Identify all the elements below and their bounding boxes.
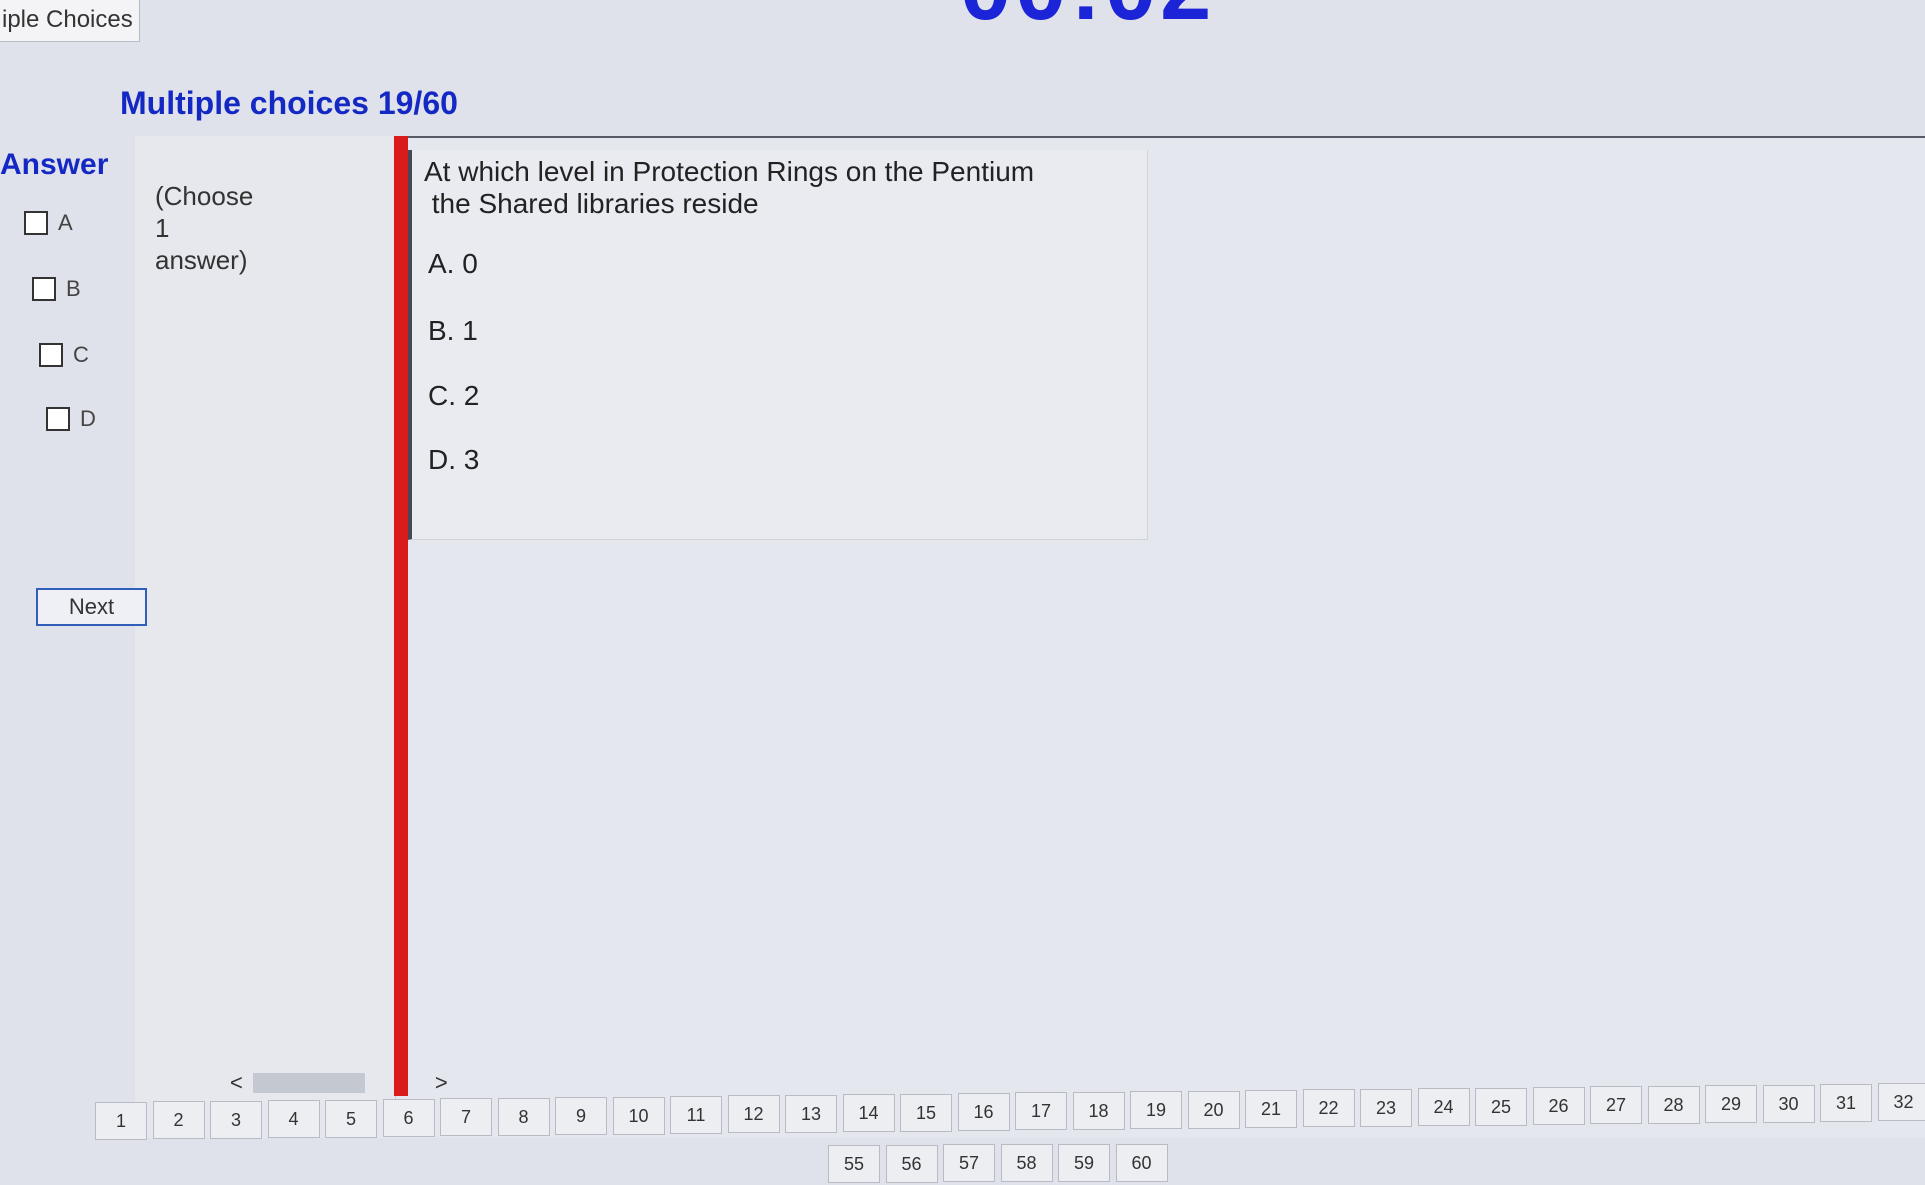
- question-nav-button-60[interactable]: 60: [1115, 1143, 1168, 1182]
- question-nav-button-21[interactable]: 21: [1245, 1090, 1297, 1128]
- checkbox-icon[interactable]: [24, 211, 48, 235]
- question-line: the Shared libraries reside: [424, 188, 759, 219]
- scroll-thumb[interactable]: [252, 1073, 365, 1093]
- answer-option-label: B: [66, 276, 81, 301]
- question-nav-button-19[interactable]: 19: [1130, 1091, 1182, 1130]
- question-nav-button-58[interactable]: 58: [1000, 1144, 1053, 1183]
- instruction-line: 1: [155, 213, 170, 243]
- scroll-right-icon[interactable]: >: [435, 1070, 448, 1096]
- answer-heading: Answer: [0, 148, 109, 181]
- question-nav-button-57[interactable]: 57: [943, 1144, 995, 1183]
- window-tab[interactable]: iple Choices: [0, 0, 140, 42]
- question-nav-button-9[interactable]: 9: [555, 1097, 607, 1136]
- answer-checkbox-d[interactable]: D: [46, 406, 96, 432]
- question-nav-button-17[interactable]: 17: [1015, 1092, 1067, 1131]
- checkbox-icon[interactable]: [46, 407, 70, 431]
- question-line: At which level in Protection Rings on th…: [424, 156, 1035, 187]
- checkbox-icon[interactable]: [32, 277, 56, 301]
- question-option-b: B. 1: [428, 315, 478, 346]
- instruction-panel: [135, 136, 396, 1102]
- question-nav-button-5[interactable]: 5: [325, 1099, 377, 1138]
- question-nav-button-27[interactable]: 27: [1590, 1086, 1642, 1125]
- question-nav-button-2[interactable]: 2: [152, 1101, 205, 1140]
- question-nav-button-11[interactable]: 11: [670, 1096, 722, 1134]
- question-nav-button-12[interactable]: 12: [727, 1095, 780, 1134]
- answer-checkbox-b[interactable]: B: [32, 276, 81, 302]
- question-nav-button-30[interactable]: 30: [1762, 1084, 1815, 1123]
- question-nav-button-6[interactable]: 6: [382, 1099, 435, 1137]
- answer-option-label: A: [58, 210, 73, 235]
- question-nav-button-22[interactable]: 22: [1302, 1089, 1355, 1128]
- question-nav-button-1[interactable]: 1: [95, 1102, 147, 1140]
- page-title: Multiple choices 19/60: [120, 85, 458, 121]
- question-nav-button-16[interactable]: 16: [957, 1093, 1010, 1131]
- question-nav-button-29[interactable]: 29: [1705, 1085, 1757, 1124]
- instruction-line: answer): [155, 245, 248, 275]
- answer-checkbox-a[interactable]: A: [24, 210, 73, 236]
- timer-display: 00:02: [960, 0, 1215, 34]
- scroll-track[interactable]: [375, 1073, 425, 1093]
- question-nav-button-23[interactable]: 23: [1360, 1088, 1412, 1127]
- answer-option-label: D: [80, 406, 96, 431]
- question-nav-button-59[interactable]: 59: [1058, 1143, 1110, 1182]
- question-nav-button-24[interactable]: 24: [1417, 1088, 1470, 1127]
- horizontal-scrollbar[interactable]: < >: [230, 1070, 450, 1096]
- scroll-left-icon[interactable]: <: [230, 1070, 243, 1096]
- question-nav-button-13[interactable]: 13: [785, 1094, 837, 1133]
- checkbox-icon[interactable]: [39, 343, 63, 367]
- question-box: At which level in Protection Rings on th…: [408, 150, 1148, 540]
- instruction-line: (Choose: [155, 181, 254, 211]
- question-nav-button-56[interactable]: 56: [885, 1144, 938, 1183]
- question-nav-button-20[interactable]: 20: [1187, 1090, 1240, 1129]
- question-nav-button-8[interactable]: 8: [497, 1097, 550, 1136]
- question-nav-button-14[interactable]: 14: [842, 1094, 895, 1133]
- question-nav-button-28[interactable]: 28: [1647, 1085, 1700, 1124]
- divider-bar: [394, 136, 408, 1096]
- question-nav-button-55[interactable]: 55: [828, 1145, 880, 1183]
- question-nav-button-4[interactable]: 4: [267, 1100, 320, 1139]
- question-text: At which level in Protection Rings on th…: [424, 156, 1124, 220]
- question-nav-button-10[interactable]: 10: [612, 1096, 665, 1135]
- question-nav-button-31[interactable]: 31: [1820, 1084, 1872, 1122]
- next-button[interactable]: Next: [36, 588, 147, 626]
- answer-option-label: C: [73, 342, 89, 367]
- question-nav-button-25[interactable]: 25: [1475, 1087, 1527, 1126]
- question-nav-button-26[interactable]: 26: [1532, 1087, 1585, 1125]
- instruction-text: (Choose 1 answer): [155, 180, 285, 276]
- question-nav-button-7[interactable]: 7: [440, 1098, 492, 1137]
- question-nav-row: 55 56 57 58 59 60: [0, 1143, 1925, 1183]
- question-option-c: C. 2: [428, 380, 480, 411]
- question-nav-button-3[interactable]: 3: [210, 1100, 262, 1139]
- question-option-a: A. 0: [428, 248, 478, 279]
- answer-checkbox-c[interactable]: C: [39, 342, 89, 368]
- question-nav-button-32[interactable]: 32: [1877, 1083, 1925, 1122]
- question-nav-row: 1 2 3 4 5 6 7 8 9 10 11 12 13 14 15 16 17 18 19 20 21 22 23 24 2…: [0, 1083, 1925, 1140]
- question-nav-button-18[interactable]: 18: [1072, 1091, 1125, 1130]
- question-nav-button-15[interactable]: 15: [900, 1093, 952, 1132]
- question-option-d: D. 3: [428, 444, 480, 475]
